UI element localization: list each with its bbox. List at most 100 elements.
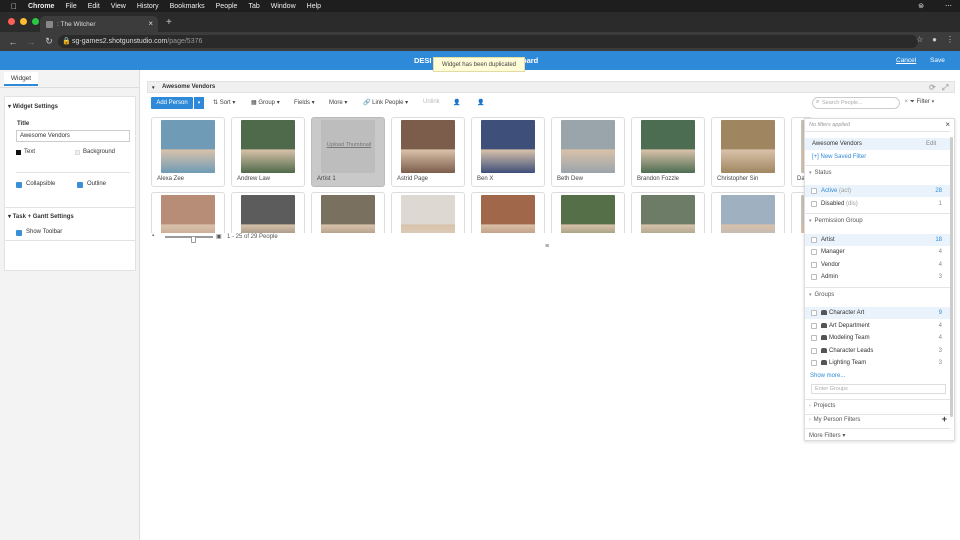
cancel-link[interactable]: Cancel (896, 57, 916, 64)
menu-tab[interactable]: Tab (248, 3, 259, 10)
add-filter-icon[interactable]: + (942, 414, 947, 424)
person-card[interactable] (311, 192, 385, 233)
collapse-caret-icon[interactable]: ▾ (152, 85, 155, 91)
person-name[interactable]: Andrew Law (237, 176, 270, 182)
filter-button[interactable]: ⏷ Filter ▾ (910, 99, 934, 106)
resize-handle-icon[interactable]: ≡ (545, 243, 549, 250)
person-name[interactable]: Brandon Fozzle (637, 176, 679, 182)
url-field[interactable]: 🔒 sg-games2.shotgunstudio.com/page/5376 (58, 35, 918, 48)
title-input[interactable]: Awesome Vendors (16, 130, 130, 142)
more-filters-button[interactable]: More Filters ▾ (809, 432, 845, 439)
slider-handle[interactable] (191, 236, 196, 243)
person-card[interactable]: Alexa Zee (151, 117, 225, 187)
more-status-icon[interactable]: ⋯ (945, 2, 952, 10)
person-card[interactable]: Astrid Page (391, 117, 465, 187)
task-gantt-heading[interactable]: ▾ Task + Gantt Settings (8, 213, 74, 220)
forward-icon[interactable]: → (26, 37, 36, 47)
new-saved-filter-link[interactable]: [+] New Saved Filter (812, 154, 866, 160)
unlink-button[interactable]: Unlink (423, 99, 440, 105)
projects-section[interactable]: › Projects (809, 403, 835, 409)
person-name[interactable]: Beth Dew (557, 176, 583, 182)
filter-checkbox[interactable] (811, 262, 817, 268)
filter-option[interactable]: Artist 18 (805, 234, 950, 246)
browser-tab[interactable]: : The Witcher × (40, 16, 158, 32)
saved-filter-label[interactable]: Awesome Vendors (812, 141, 862, 147)
save-link[interactable]: Save (930, 57, 945, 64)
menu-help[interactable]: Help (307, 3, 321, 10)
filter-option[interactable]: Manager 4 (805, 246, 950, 258)
person-card[interactable]: Andrew Law (231, 117, 305, 187)
status-section[interactable]: ▾ Status (809, 170, 832, 176)
sort-button[interactable]: ⇅ Sort ▾ (213, 99, 235, 106)
filter-option[interactable]: Lighting Team 3 (805, 357, 950, 369)
zoom-out-icon[interactable]: ▪ (152, 233, 154, 239)
widget-settings-heading[interactable]: ▾ Widget Settings (8, 103, 58, 110)
outline-checkbox[interactable] (77, 182, 83, 188)
show-toolbar-checkbox[interactable] (16, 230, 22, 236)
new-tab-icon[interactable]: + (166, 17, 172, 28)
person-card[interactable]: Ben X (471, 117, 545, 187)
person-card[interactable] (231, 192, 305, 233)
filter-option[interactable]: Character Art 9 (805, 307, 950, 319)
person-card[interactable]: Beth Dew (551, 117, 625, 187)
filter-option[interactable]: Modeling Team 4 (805, 332, 950, 344)
close-tab-icon[interactable]: × (148, 19, 153, 28)
menu-people[interactable]: People (216, 3, 238, 10)
person-card[interactable]: Christopher Sin (711, 117, 785, 187)
filter-option[interactable]: Disabled (dis) 1 (805, 198, 950, 210)
close-window-icon[interactable] (8, 18, 15, 25)
tab-widget[interactable]: Widget (4, 72, 38, 86)
remove-person-icon[interactable]: 👤 (477, 99, 484, 106)
menu-app[interactable]: Chrome (28, 3, 54, 10)
menu-window[interactable]: Window (271, 3, 296, 10)
person-name[interactable]: Alexa Zee (157, 176, 184, 182)
filter-checkbox[interactable] (811, 188, 817, 194)
person-card[interactable] (471, 192, 545, 233)
enter-groups-input[interactable]: Enter Groups (811, 384, 946, 394)
search-input[interactable]: ⌕ Search People... × (812, 97, 908, 109)
apple-icon[interactable]:  (11, 2, 17, 11)
thumbnail-size-slider[interactable] (165, 236, 213, 243)
clear-search-icon[interactable]: × (904, 99, 908, 105)
expand-icon[interactable]: ⤢ (942, 83, 948, 93)
menu-file[interactable]: File (65, 3, 76, 10)
filter-checkbox[interactable] (811, 249, 817, 255)
person-card[interactable]: Brandon Fozzle (631, 117, 705, 187)
filter-checkbox[interactable] (811, 348, 817, 354)
show-more-link[interactable]: Show more... (810, 373, 845, 379)
person-card[interactable] (391, 192, 465, 233)
upload-thumbnail-link[interactable]: Upload Thumbnail (321, 142, 377, 148)
edit-link[interactable]: Edit (926, 141, 936, 147)
filter-checkbox[interactable] (811, 237, 817, 243)
fields-button[interactable]: Fields ▾ (294, 99, 315, 106)
more-button[interactable]: More ▾ (329, 99, 347, 106)
background-color-swatch[interactable] (75, 150, 80, 155)
person-icon[interactable]: 👤 (453, 99, 460, 106)
filter-option[interactable]: Character Leads 3 (805, 345, 950, 357)
zoom-in-icon[interactable]: ▣ (216, 233, 222, 240)
reload-icon[interactable]: ↻ (44, 36, 54, 47)
filter-checkbox[interactable] (811, 335, 817, 341)
person-name[interactable]: Astrid Page (397, 176, 428, 182)
filter-scrollbar[interactable] (950, 137, 953, 417)
menu-history[interactable]: History (137, 3, 159, 10)
refresh-icon[interactable]: ⟳ (929, 83, 936, 92)
control-center-icon[interactable]: ⊜ (918, 2, 924, 10)
profile-icon[interactable]: ● (932, 35, 937, 44)
add-person-menu-icon[interactable]: ▾ (194, 97, 204, 109)
person-name[interactable]: Ben X (477, 176, 493, 182)
person-name[interactable]: Christopher Sin (717, 176, 758, 182)
collapsible-checkbox[interactable] (16, 182, 22, 188)
person-card[interactable] (711, 192, 785, 233)
filter-checkbox[interactable] (811, 360, 817, 366)
close-icon[interactable]: × (945, 120, 950, 129)
person-name[interactable]: Artist 1 (317, 176, 336, 182)
filter-checkbox[interactable] (811, 274, 817, 280)
text-color-swatch[interactable] (16, 150, 21, 155)
saved-filter-row[interactable]: Awesome Vendors Edit (805, 138, 950, 150)
filter-option[interactable]: Active (act) 28 (805, 185, 950, 197)
zoom-window-icon[interactable] (32, 18, 39, 25)
bookmark-star-icon[interactable]: ☆ (916, 35, 923, 44)
permission-group-section[interactable]: ▾ Permission Group (809, 218, 863, 224)
filter-checkbox[interactable] (811, 310, 817, 316)
